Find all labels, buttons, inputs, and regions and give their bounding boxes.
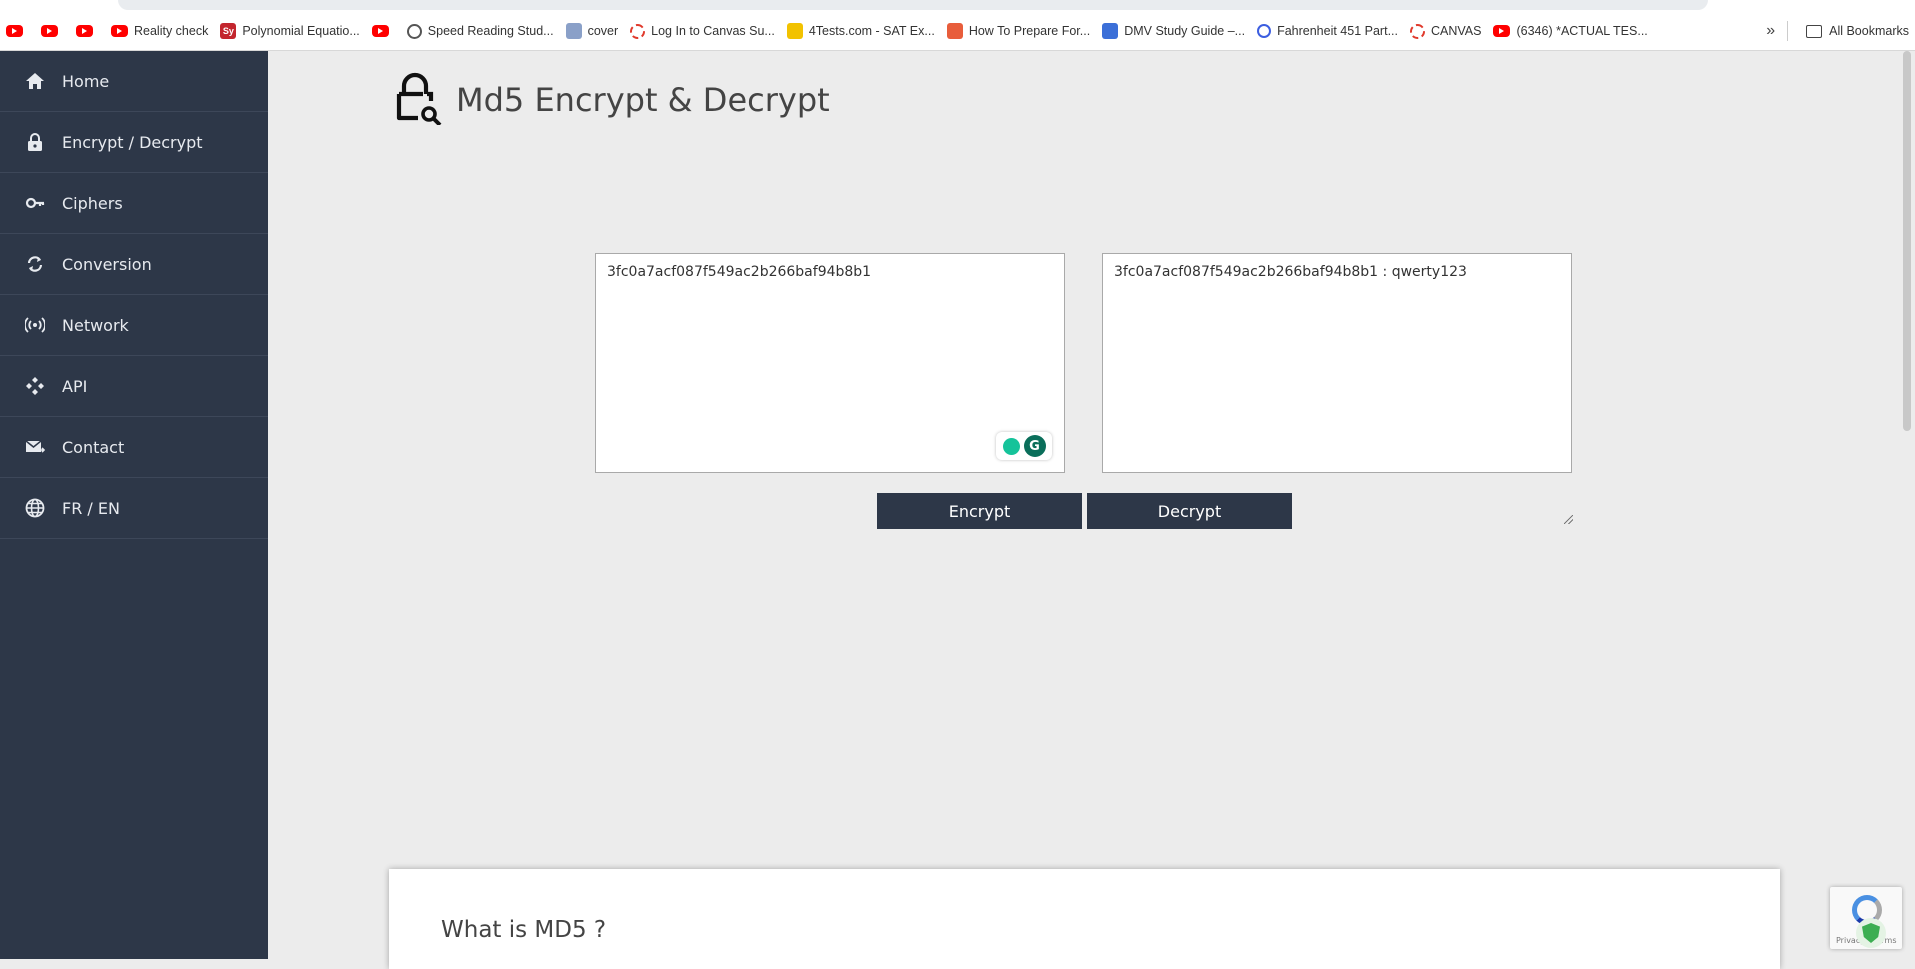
bookmark-label: DMV Study Guide –... <box>1124 24 1246 38</box>
sidebar-item-label: FR / EN <box>62 498 120 518</box>
shield-check-icon[interactable] <box>1856 918 1886 948</box>
globe-icon <box>24 497 46 519</box>
bookmark-label: cover <box>587 24 619 38</box>
bookmark-item[interactable]: Reality check <box>105 18 214 44</box>
sidebar-item-label: Conversion <box>62 254 152 274</box>
sidebar-item-label: Home <box>62 71 110 91</box>
youtube-icon <box>111 25 128 37</box>
bookmark-item[interactable]: 4Tests.com - SAT Ex... <box>781 18 941 44</box>
main-content: Md5 Encrypt & Decrypt 3fc0a7acf087f549ac… <box>268 51 1915 969</box>
sidebar-item-conversion[interactable]: Conversion <box>0 234 268 295</box>
home-icon <box>24 70 46 92</box>
resize-handle[interactable] <box>1564 515 1573 524</box>
bookmark-item[interactable] <box>366 18 401 44</box>
sidebar-item-home[interactable]: Home <box>0 51 268 112</box>
scrollbar-thumb[interactable] <box>1903 51 1911 431</box>
sidebar-item-language[interactable]: FR / EN <box>0 478 268 539</box>
bookmark-item[interactable] <box>70 18 105 44</box>
all-bookmarks-button[interactable]: All Bookmarks <box>1800 18 1915 44</box>
sidebar-item-api[interactable]: API <box>0 356 268 417</box>
bookmark-label: CANVAS <box>1430 24 1482 38</box>
info-card: What is MD5 ? <box>389 869 1780 969</box>
output-textarea[interactable]: 3fc0a7acf087f549ac2b266baf94b8b1 : qwert… <box>1102 253 1572 473</box>
sidebar-item-network[interactable]: Network <box>0 295 268 356</box>
bookmark-item[interactable]: CANVAS <box>1404 18 1487 44</box>
info-heading: What is MD5 ? <box>441 917 607 943</box>
bookmarks-right: » All Bookmarks <box>1754 18 1915 44</box>
sidebar: Home Encrypt / Decrypt Ciphers Conversio… <box>0 51 268 959</box>
bookmark-label: 4Tests.com - SAT Ex... <box>808 24 935 38</box>
grammarly-bulb-icon <box>1002 437 1020 455</box>
youtube-icon <box>6 25 23 37</box>
sidebar-item-label: Network <box>62 315 129 335</box>
bookmark-item[interactable]: Sy Polynomial Equatio... <box>214 18 365 44</box>
mail-icon <box>24 436 46 458</box>
quizlet-icon <box>1257 24 1272 38</box>
bookmark-label: How To Prepare For... <box>968 24 1091 38</box>
folder-icon <box>1806 24 1823 38</box>
youtube-icon <box>371 25 389 37</box>
canvas-icon <box>1409 23 1425 39</box>
all-bookmarks-label: All Bookmarks <box>1829 24 1909 38</box>
youtube-icon <box>1493 25 1511 37</box>
sidebar-item-label: Ciphers <box>62 193 123 213</box>
divider <box>1787 21 1789 41</box>
bookmark-label: Speed Reading Stud... <box>427 24 554 38</box>
encrypt-button[interactable]: Encrypt <box>877 493 1082 529</box>
broadcast-icon <box>24 314 46 336</box>
refresh-icon <box>24 253 46 275</box>
lock-icon <box>24 131 46 153</box>
page-header: Md5 Encrypt & Decrypt <box>390 71 830 129</box>
bookmarks-bar: Reality check Sy Polynomial Equatio... Sp… <box>0 12 1915 51</box>
bookmark-item[interactable] <box>35 18 70 44</box>
bookmark-item[interactable]: cover <box>560 18 625 44</box>
bookmark-item[interactable]: (6346) *ACTUAL TES... <box>1487 18 1653 44</box>
sidebar-item-encrypt-decrypt[interactable]: Encrypt / Decrypt <box>0 112 268 173</box>
bookmark-label: (6346) *ACTUAL TES... <box>1516 24 1648 38</box>
sidebar-item-label: Encrypt / Decrypt <box>62 132 203 152</box>
bookmark-item[interactable]: Fahrenheit 451 Part... <box>1251 18 1404 44</box>
browser-top-strip <box>0 0 1915 12</box>
youtube-icon <box>76 25 93 37</box>
bookmark-label: Reality check <box>134 24 209 38</box>
sidebar-item-contact[interactable]: Contact <box>0 417 268 478</box>
sidebar-item-label: API <box>62 376 88 396</box>
input-textarea[interactable]: 3fc0a7acf087f549ac2b266baf94b8b1 <box>595 253 1065 473</box>
cover-icon <box>565 23 582 39</box>
decrypt-button[interactable]: Decrypt <box>1087 493 1292 529</box>
youtube-icon <box>41 25 58 37</box>
bookmark-item[interactable] <box>0 18 35 44</box>
grammarly-widget[interactable]: G <box>996 432 1052 460</box>
bookmark-item[interactable]: DMV Study Guide –... <box>1096 18 1251 44</box>
sidebar-item-ciphers[interactable]: Ciphers <box>0 173 268 234</box>
globe-icon <box>406 23 422 39</box>
more-bookmarks-button[interactable]: » <box>1754 22 1787 40</box>
bookmark-item[interactable]: Log In to Canvas Su... <box>624 18 781 44</box>
address-bar[interactable] <box>118 0 1708 10</box>
lock-search-icon <box>390 71 444 129</box>
symbolab-icon: Sy <box>220 23 237 39</box>
api-icon <box>24 375 46 397</box>
4tests-icon <box>786 23 803 39</box>
dmv-icon <box>1102 23 1119 39</box>
bookmark-item[interactable]: Speed Reading Stud... <box>401 18 560 44</box>
bookmark-label: Fahrenheit 451 Part... <box>1277 24 1398 38</box>
canvas-icon <box>630 23 646 39</box>
book-icon <box>946 23 963 39</box>
sidebar-item-label: Contact <box>62 437 125 457</box>
key-icon <box>24 192 46 214</box>
bookmark-label: Log In to Canvas Su... <box>651 24 775 38</box>
grammarly-icon: G <box>1023 435 1046 457</box>
bookmark-label: Polynomial Equatio... <box>242 24 360 38</box>
bookmark-item[interactable]: How To Prepare For... <box>941 18 1096 44</box>
page-title: Md5 Encrypt & Decrypt <box>456 81 830 119</box>
